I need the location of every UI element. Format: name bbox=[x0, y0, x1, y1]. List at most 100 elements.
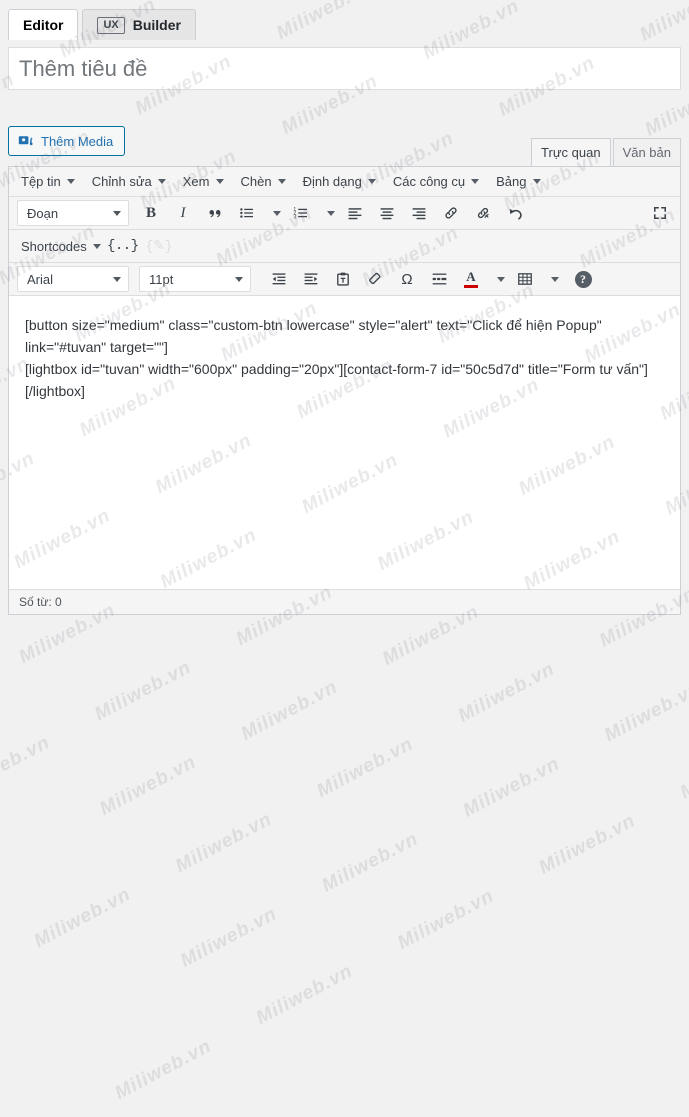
menu-tools[interactable]: Các công cụ bbox=[385, 171, 488, 192]
menu-file-label: Tệp tin bbox=[21, 174, 61, 189]
editor-content-area[interactable]: [button size="medium" class="custom-btn … bbox=[9, 296, 680, 589]
text-color-letter: A bbox=[466, 269, 476, 284]
editor-toolbar-row-3: Arial 11pt Ω A ? bbox=[9, 263, 680, 296]
font-size-select[interactable]: 11pt bbox=[139, 266, 251, 292]
editor-top-bar: Thêm Media Trực quan Văn bản bbox=[8, 126, 681, 167]
paragraph-format-value: Đoạn bbox=[27, 205, 59, 221]
align-center-icon bbox=[380, 208, 394, 220]
indent-icon bbox=[304, 273, 318, 285]
text-color-button[interactable]: A bbox=[457, 266, 485, 292]
editor-menubar: Tệp tin Chỉnh sửa Xem Chèn Định dạng Các… bbox=[9, 167, 680, 197]
table-options-button[interactable] bbox=[543, 266, 561, 292]
menu-insert[interactable]: Chèn bbox=[233, 171, 295, 192]
insert-link-button[interactable] bbox=[437, 200, 465, 226]
keyboard-shortcuts-help-button[interactable]: ? bbox=[569, 266, 597, 292]
numbered-list-button[interactable]: 1 2 3 bbox=[287, 200, 315, 226]
special-character-icon: Ω bbox=[401, 270, 413, 288]
text-color-swatch bbox=[464, 285, 478, 288]
undo-button[interactable] bbox=[501, 200, 529, 226]
ux-chip: UX bbox=[97, 16, 125, 34]
bullet-list-button[interactable] bbox=[233, 200, 261, 226]
chevron-down-icon bbox=[551, 276, 559, 282]
post-title-input[interactable] bbox=[8, 47, 681, 90]
insert-read-more-button[interactable] bbox=[425, 266, 453, 292]
align-left-icon bbox=[348, 208, 362, 220]
paste-as-text-button[interactable] bbox=[329, 266, 357, 292]
tab-editor[interactable]: Editor bbox=[8, 9, 79, 40]
watermark-text: Miliweb.vn bbox=[111, 1035, 216, 1105]
fullscreen-icon bbox=[654, 207, 666, 219]
insert-shortcode-button[interactable]: {..} bbox=[107, 233, 139, 259]
watermark-text: Miliweb.vn bbox=[454, 658, 559, 727]
table-button[interactable] bbox=[511, 266, 539, 292]
paragraph-format-select[interactable]: Đoạn bbox=[17, 200, 129, 226]
font-family-select[interactable]: Arial bbox=[17, 266, 129, 292]
clear-formatting-button[interactable] bbox=[361, 266, 389, 292]
chevron-down-icon bbox=[273, 210, 281, 216]
menu-view[interactable]: Xem bbox=[175, 171, 233, 192]
blockquote-button[interactable] bbox=[201, 200, 229, 226]
align-right-button[interactable] bbox=[405, 200, 433, 226]
editor-mode-tabs: Trực quan Văn bản bbox=[529, 137, 681, 167]
tab-ux-builder[interactable]: UX Builder bbox=[82, 9, 196, 40]
menu-format[interactable]: Định dạng bbox=[295, 171, 385, 192]
content-line-1: [button size="medium" class="custom-btn … bbox=[25, 317, 602, 355]
chevron-down-icon bbox=[113, 276, 121, 282]
add-media-button[interactable]: Thêm Media bbox=[8, 126, 126, 156]
top-tab-strip: Editor UX Builder bbox=[0, 0, 689, 40]
tab-ux-builder-label: Builder bbox=[132, 16, 181, 33]
blockquote-icon bbox=[209, 209, 220, 217]
watermark-text: Miliweb.vn bbox=[172, 808, 276, 878]
bullet-list-options-button[interactable] bbox=[265, 200, 283, 226]
tab-editor-label: Editor bbox=[23, 16, 64, 33]
menu-table[interactable]: Bảng bbox=[488, 171, 549, 192]
align-left-button[interactable] bbox=[341, 200, 369, 226]
fullscreen-button[interactable] bbox=[646, 200, 674, 226]
chevron-down-icon bbox=[471, 179, 480, 184]
editor-toolbar-row-1: Đoạn B I 1 2 3 bbox=[9, 197, 680, 230]
insert-link-icon bbox=[445, 207, 457, 219]
align-center-button[interactable] bbox=[373, 200, 401, 226]
text-color-icon: A bbox=[464, 270, 478, 288]
menu-edit-label: Chỉnh sửa bbox=[91, 174, 152, 189]
font-size-value: 11pt bbox=[149, 271, 174, 287]
text-color-options-button[interactable] bbox=[489, 266, 507, 292]
indent-button[interactable] bbox=[297, 266, 325, 292]
chevron-down-icon bbox=[215, 179, 224, 184]
menu-file[interactable]: Tệp tin bbox=[13, 171, 84, 192]
menu-edit[interactable]: Chỉnh sửa bbox=[84, 171, 175, 192]
watermark-text: Miliweb.vn bbox=[0, 731, 54, 801]
chevron-down-icon bbox=[92, 243, 101, 249]
paste-as-text-icon bbox=[337, 272, 349, 286]
tab-text-label: Văn bản bbox=[622, 145, 671, 160]
table-icon bbox=[518, 273, 532, 285]
chevron-down-icon bbox=[113, 210, 121, 216]
numbered-list-options-button[interactable] bbox=[319, 200, 337, 226]
watermark-text: Miliweb.vn bbox=[535, 810, 640, 879]
chevron-down-icon bbox=[66, 179, 75, 184]
chevron-down-icon bbox=[532, 179, 541, 184]
edit-shortcode-button[interactable]: {✎} bbox=[143, 233, 175, 259]
tab-visual[interactable]: Trực quan bbox=[531, 138, 611, 167]
undo-icon bbox=[509, 208, 522, 220]
chevron-down-icon bbox=[235, 276, 243, 282]
font-family-value: Arial bbox=[27, 271, 54, 287]
menu-insert-label: Chèn bbox=[240, 174, 272, 189]
watermark-text: Miliweb.vn bbox=[177, 903, 281, 972]
chevron-down-icon bbox=[277, 179, 286, 184]
watermark-text: Miliweb.vn bbox=[30, 883, 135, 953]
outdent-button[interactable] bbox=[265, 266, 293, 292]
italic-icon: I bbox=[180, 204, 186, 221]
align-right-icon bbox=[412, 208, 426, 220]
bold-button[interactable]: B bbox=[137, 200, 165, 226]
clear-formatting-icon bbox=[369, 272, 381, 285]
tab-visual-label: Trực quan bbox=[541, 145, 601, 160]
title-field-wrapper bbox=[0, 39, 689, 90]
watermark-text: Miliweb.vn bbox=[252, 960, 357, 1029]
italic-button[interactable]: I bbox=[169, 200, 197, 226]
remove-link-button[interactable] bbox=[469, 200, 497, 226]
tab-text[interactable]: Văn bản bbox=[612, 138, 681, 167]
menu-format-label: Định dạng bbox=[302, 174, 362, 189]
special-character-button[interactable]: Ω bbox=[393, 266, 421, 292]
shortcodes-select[interactable]: Shortcodes bbox=[13, 239, 105, 254]
